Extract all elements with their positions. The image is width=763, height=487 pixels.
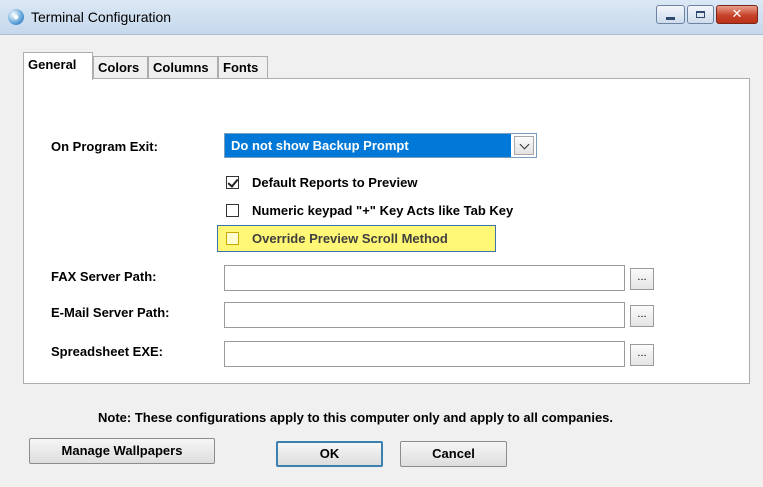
dropdown-toggle-button[interactable] bbox=[514, 136, 534, 155]
maximize-button[interactable] bbox=[687, 5, 714, 24]
default-reports-preview-label: Default Reports to Preview bbox=[252, 174, 418, 190]
spreadsheet-browse-button[interactable]: ... bbox=[630, 344, 654, 366]
on-program-exit-value: Do not show Backup Prompt bbox=[225, 134, 511, 157]
manage-wallpapers-button[interactable]: Manage Wallpapers bbox=[29, 438, 215, 464]
tab-colors[interactable]: Colors bbox=[93, 56, 148, 79]
close-icon: ✕ bbox=[731, 7, 743, 22]
numeric-keypad-tab-option[interactable]: Numeric keypad "+" Key Acts like Tab Key bbox=[226, 201, 513, 219]
override-preview-scroll-checkbox[interactable] bbox=[226, 231, 239, 245]
tab-general[interactable]: General bbox=[23, 52, 93, 80]
ok-button[interactable]: OK bbox=[276, 441, 383, 467]
default-reports-preview-checkbox[interactable] bbox=[226, 175, 239, 189]
tab-fonts[interactable]: Fonts bbox=[218, 56, 268, 79]
email-server-path-label: E-Mail Server Path: bbox=[51, 305, 170, 320]
default-reports-preview-option[interactable]: Default Reports to Preview bbox=[226, 173, 417, 191]
fax-browse-button[interactable]: ... bbox=[630, 268, 654, 290]
tab-columns[interactable]: Columns bbox=[148, 56, 218, 79]
terminal-configuration-window: ● Terminal Configuration ✕ General Color… bbox=[0, 0, 763, 487]
spreadsheet-exe-label: Spreadsheet EXE: bbox=[51, 344, 163, 359]
terminal-app-icon: ● bbox=[8, 9, 24, 25]
minimize-icon bbox=[666, 16, 675, 20]
window-title: Terminal Configuration bbox=[31, 9, 172, 25]
on-program-exit-dropdown[interactable]: Do not show Backup Prompt bbox=[224, 133, 537, 158]
configuration-note: Note: These configurations apply to this… bbox=[98, 410, 614, 425]
override-preview-scroll-label: Override Preview Scroll Method bbox=[252, 230, 448, 246]
fax-server-path-input[interactable] bbox=[224, 265, 625, 291]
fax-server-path-label: FAX Server Path: bbox=[51, 269, 157, 284]
email-browse-button[interactable]: ... bbox=[630, 305, 654, 327]
chevron-down-icon bbox=[519, 139, 529, 149]
cancel-button[interactable]: Cancel bbox=[400, 441, 507, 467]
numeric-keypad-tab-label: Numeric keypad "+" Key Acts like Tab Key bbox=[252, 202, 514, 218]
email-server-path-input[interactable] bbox=[224, 302, 625, 328]
override-preview-scroll-option[interactable]: Override Preview Scroll Method bbox=[226, 229, 448, 247]
title-bar: ● Terminal Configuration ✕ bbox=[0, 0, 763, 35]
minimize-button[interactable] bbox=[656, 5, 685, 24]
maximize-icon bbox=[696, 11, 705, 18]
close-button[interactable]: ✕ bbox=[716, 5, 758, 24]
numeric-keypad-tab-checkbox[interactable] bbox=[226, 203, 239, 217]
spreadsheet-exe-input[interactable] bbox=[224, 341, 625, 367]
on-program-exit-label: On Program Exit: bbox=[51, 139, 158, 154]
